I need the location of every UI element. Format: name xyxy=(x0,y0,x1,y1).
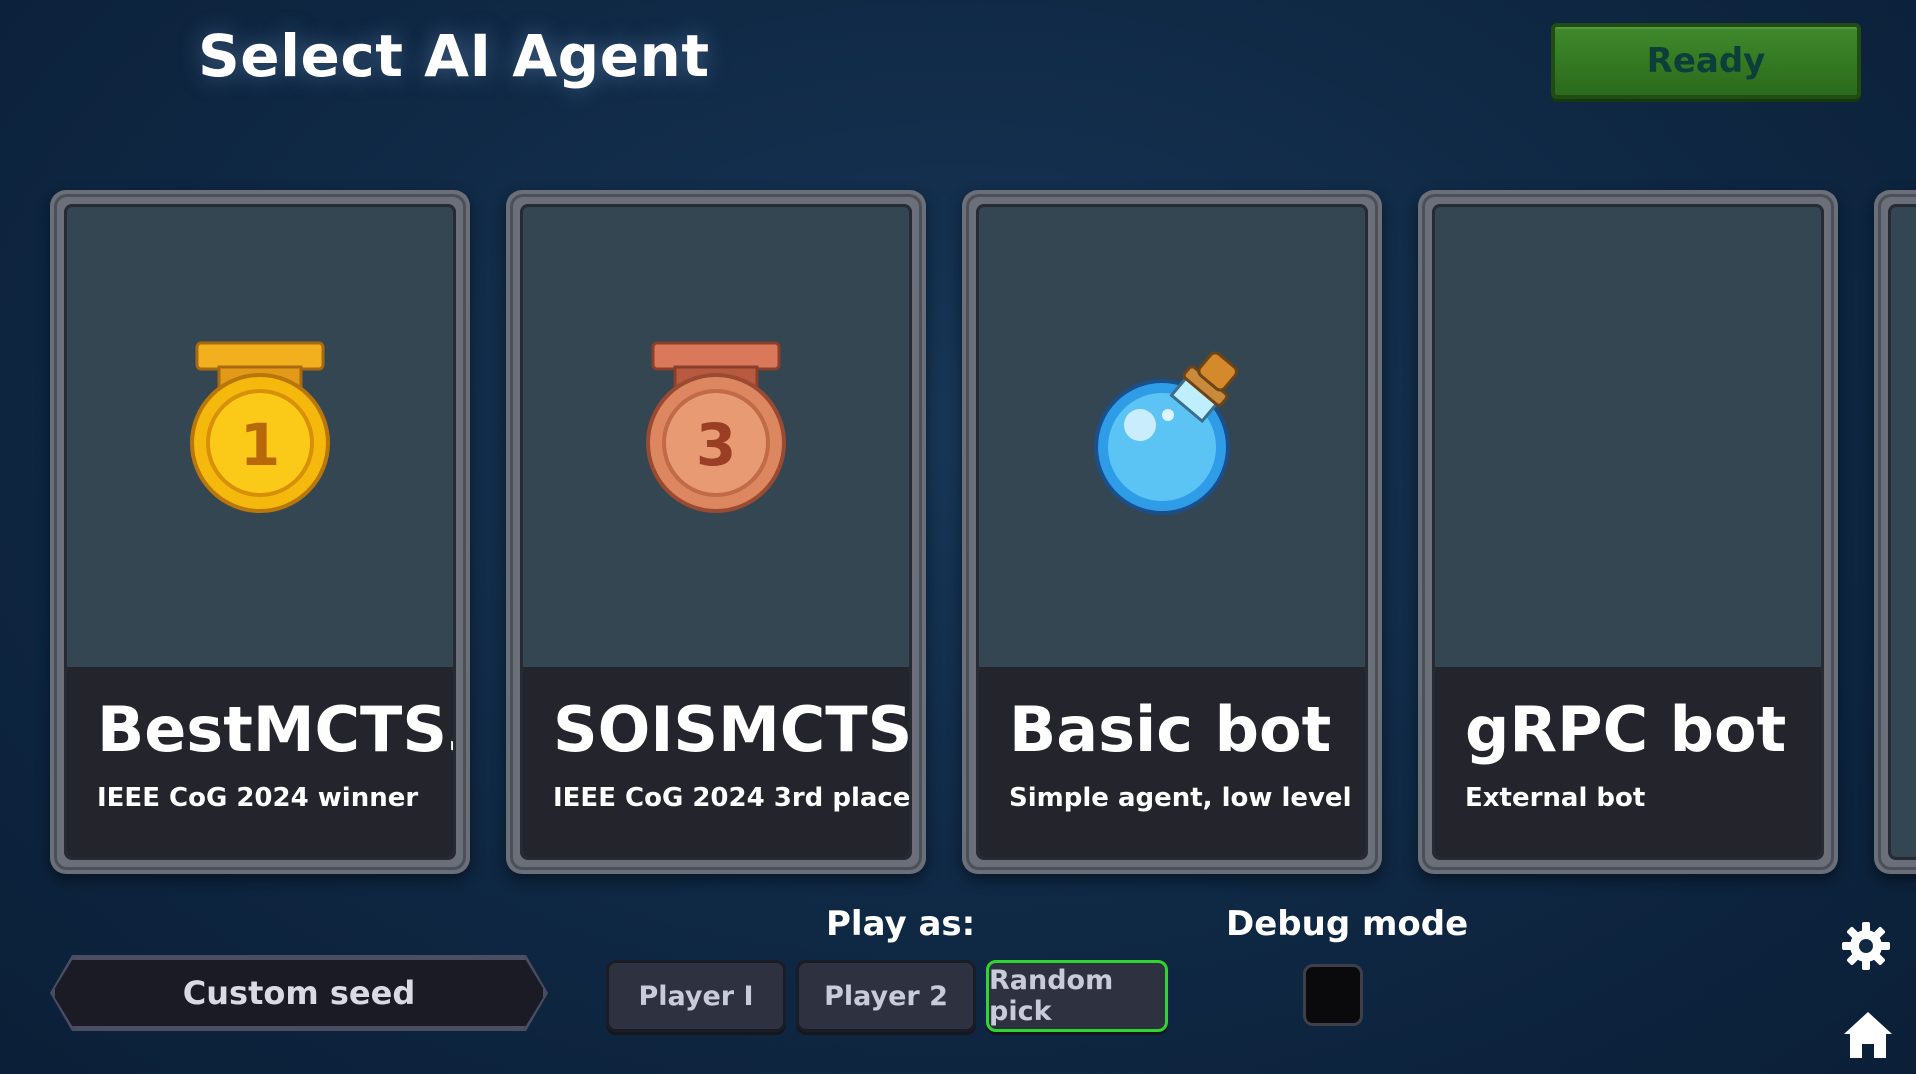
ready-button[interactable]: Ready xyxy=(1551,23,1861,99)
player-2-button[interactable]: Player 2 xyxy=(796,960,976,1032)
home-icon[interactable] xyxy=(1842,1008,1894,1064)
bronze-medal-icon: 3 xyxy=(523,207,909,687)
agent-card-basic-bot[interactable]: Basic bot Simple agent, low level xyxy=(962,190,1382,874)
agent-description: Simple agent, low level xyxy=(1009,783,1352,813)
page-title: Select AI Agent xyxy=(198,22,710,90)
play-as-label: Play as: xyxy=(826,904,976,944)
random-pick-button[interactable]: Random pick xyxy=(986,960,1168,1032)
agent-card-partial[interactable] xyxy=(1874,190,1916,874)
agent-name: BestMCTS3 xyxy=(97,693,456,766)
agent-description: External bot xyxy=(1465,783,1646,813)
agent-card-grpc-bot[interactable]: gRPC bot External bot xyxy=(1418,190,1838,874)
debug-mode-checkbox[interactable] xyxy=(1303,964,1363,1026)
agent-description: IEEE CoG 2024 3rd place xyxy=(553,783,911,813)
custom-seed-button[interactable]: Custom seed xyxy=(52,957,546,1029)
svg-text:3: 3 xyxy=(696,411,736,479)
gear-icon[interactable] xyxy=(1840,920,1892,976)
agent-description: IEEE CoG 2024 winner xyxy=(97,783,419,813)
agent-card-bestmcts3[interactable]: 1 BestMCTS3 IEEE CoG 2024 winner xyxy=(50,190,470,874)
debug-mode-label: Debug mode xyxy=(1226,904,1469,944)
player-1-button[interactable]: Player I xyxy=(606,960,786,1032)
agent-name: SOISMCTS xyxy=(553,693,912,766)
agent-name: gRPC bot xyxy=(1465,693,1787,766)
agent-name: Basic bot xyxy=(1009,693,1332,766)
potion-icon xyxy=(979,207,1365,687)
svg-text:1: 1 xyxy=(240,411,280,479)
gold-medal-icon: 1 xyxy=(67,207,453,687)
agent-card-soismcts[interactable]: 3 SOISMCTS IEEE CoG 2024 3rd place xyxy=(506,190,926,874)
empty-card-art xyxy=(1435,207,1821,687)
